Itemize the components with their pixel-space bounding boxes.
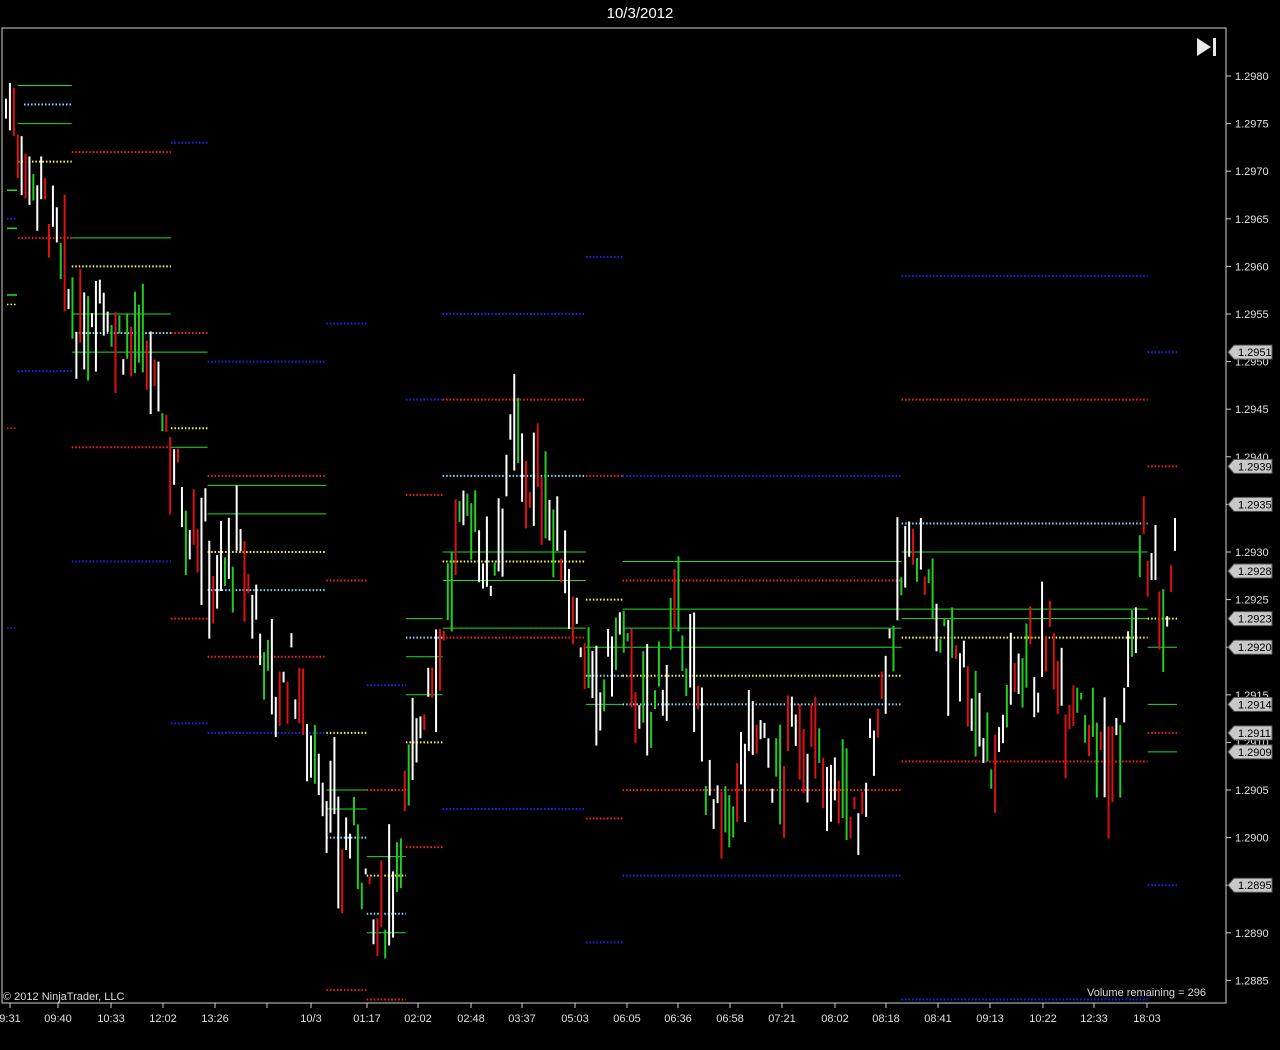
x-tick-label: 06:58 — [716, 1013, 744, 1025]
y-tick-label: 1.2955 — [1235, 309, 1269, 321]
copyright-text: © 2012 NinjaTrader, LLC — [3, 991, 125, 1003]
levels-layer — [7, 85, 1178, 1001]
x-tick-label: 10:33 — [97, 1013, 125, 1025]
volume-remaining-text: Volume remaining = 296 — [1087, 987, 1206, 999]
price-marker-label: 1.2923 — [1238, 614, 1272, 626]
price-marker-label: 1.2909 — [1238, 747, 1272, 759]
y-tick-label: 1.2975 — [1235, 119, 1269, 131]
y-tick-label: 1.2885 — [1235, 975, 1269, 987]
x-tick-label: 08:02 — [821, 1013, 849, 1025]
x-tick-label: 07:21 — [768, 1013, 796, 1025]
y-tick-label: 1.2965 — [1235, 214, 1269, 226]
x-tick-label: 01:17 — [353, 1013, 381, 1025]
y-tick-label: 1.2925 — [1235, 595, 1269, 607]
x-tick-label: 13:26 — [201, 1013, 229, 1025]
x-tick-label: 12:33 — [1080, 1013, 1108, 1025]
y-tick-label: 1.2945 — [1235, 404, 1269, 416]
scroll-to-end-icon[interactable] — [1194, 36, 1220, 58]
x-tick-label: 10:22 — [1029, 1013, 1057, 1025]
y-tick-label: 1.2930 — [1235, 547, 1269, 559]
x-tick-label: 10/3 — [300, 1013, 321, 1025]
price-marker-label: 1.2895 — [1238, 880, 1272, 892]
price-marker-label: 1.2935 — [1238, 499, 1272, 511]
y-tick-label: 1.2905 — [1235, 785, 1269, 797]
y-tick-label: 1.2960 — [1235, 261, 1269, 273]
x-tick-label: 06:05 — [613, 1013, 641, 1025]
y-tick-label: 1.2890 — [1235, 928, 1269, 940]
price-chart[interactable]: 1.2980 1.2975 1.2970 1.2965 1.2960 1.2955 1.29… — [0, 0, 1280, 1050]
bars-layer — [5, 82, 1176, 959]
price-marker-label: 1.2911 — [1238, 728, 1271, 740]
x-tick-label: 02:48 — [457, 1013, 485, 1025]
x-tick-label: 08:18 — [872, 1013, 900, 1025]
x-tick-label: 09:13 — [976, 1013, 1004, 1025]
x-tick-label: 05:03 — [561, 1013, 589, 1025]
x-tick-label: 03:37 — [508, 1013, 536, 1025]
axes-layer: 1.2980 1.2975 1.2970 1.2965 1.2960 1.2955 1.29… — [0, 27, 1273, 1025]
x-tick-label: 9:31 — [0, 1013, 21, 1025]
x-tick-label: 06:36 — [664, 1013, 692, 1025]
y-tick-label: 1.2900 — [1235, 833, 1269, 845]
y-tick-label: 1.2970 — [1235, 166, 1269, 178]
price-marker-label: 1.2914 — [1238, 699, 1272, 711]
x-tick-label: 09:40 — [44, 1013, 72, 1025]
x-tick-label: 18:03 — [1133, 1013, 1161, 1025]
y-tick-label: 1.2980 — [1235, 71, 1269, 83]
price-marker-label: 1.2928 — [1238, 566, 1272, 578]
price-marker-label: 1.2939 — [1238, 461, 1272, 473]
price-marker-label: 1.2951 — [1238, 347, 1272, 359]
x-tick-label: 12:02 — [149, 1013, 177, 1025]
x-tick-label: 02:02 — [404, 1013, 432, 1025]
x-tick-label: 08:41 — [924, 1013, 952, 1025]
price-marker-label: 1.2920 — [1238, 642, 1272, 654]
